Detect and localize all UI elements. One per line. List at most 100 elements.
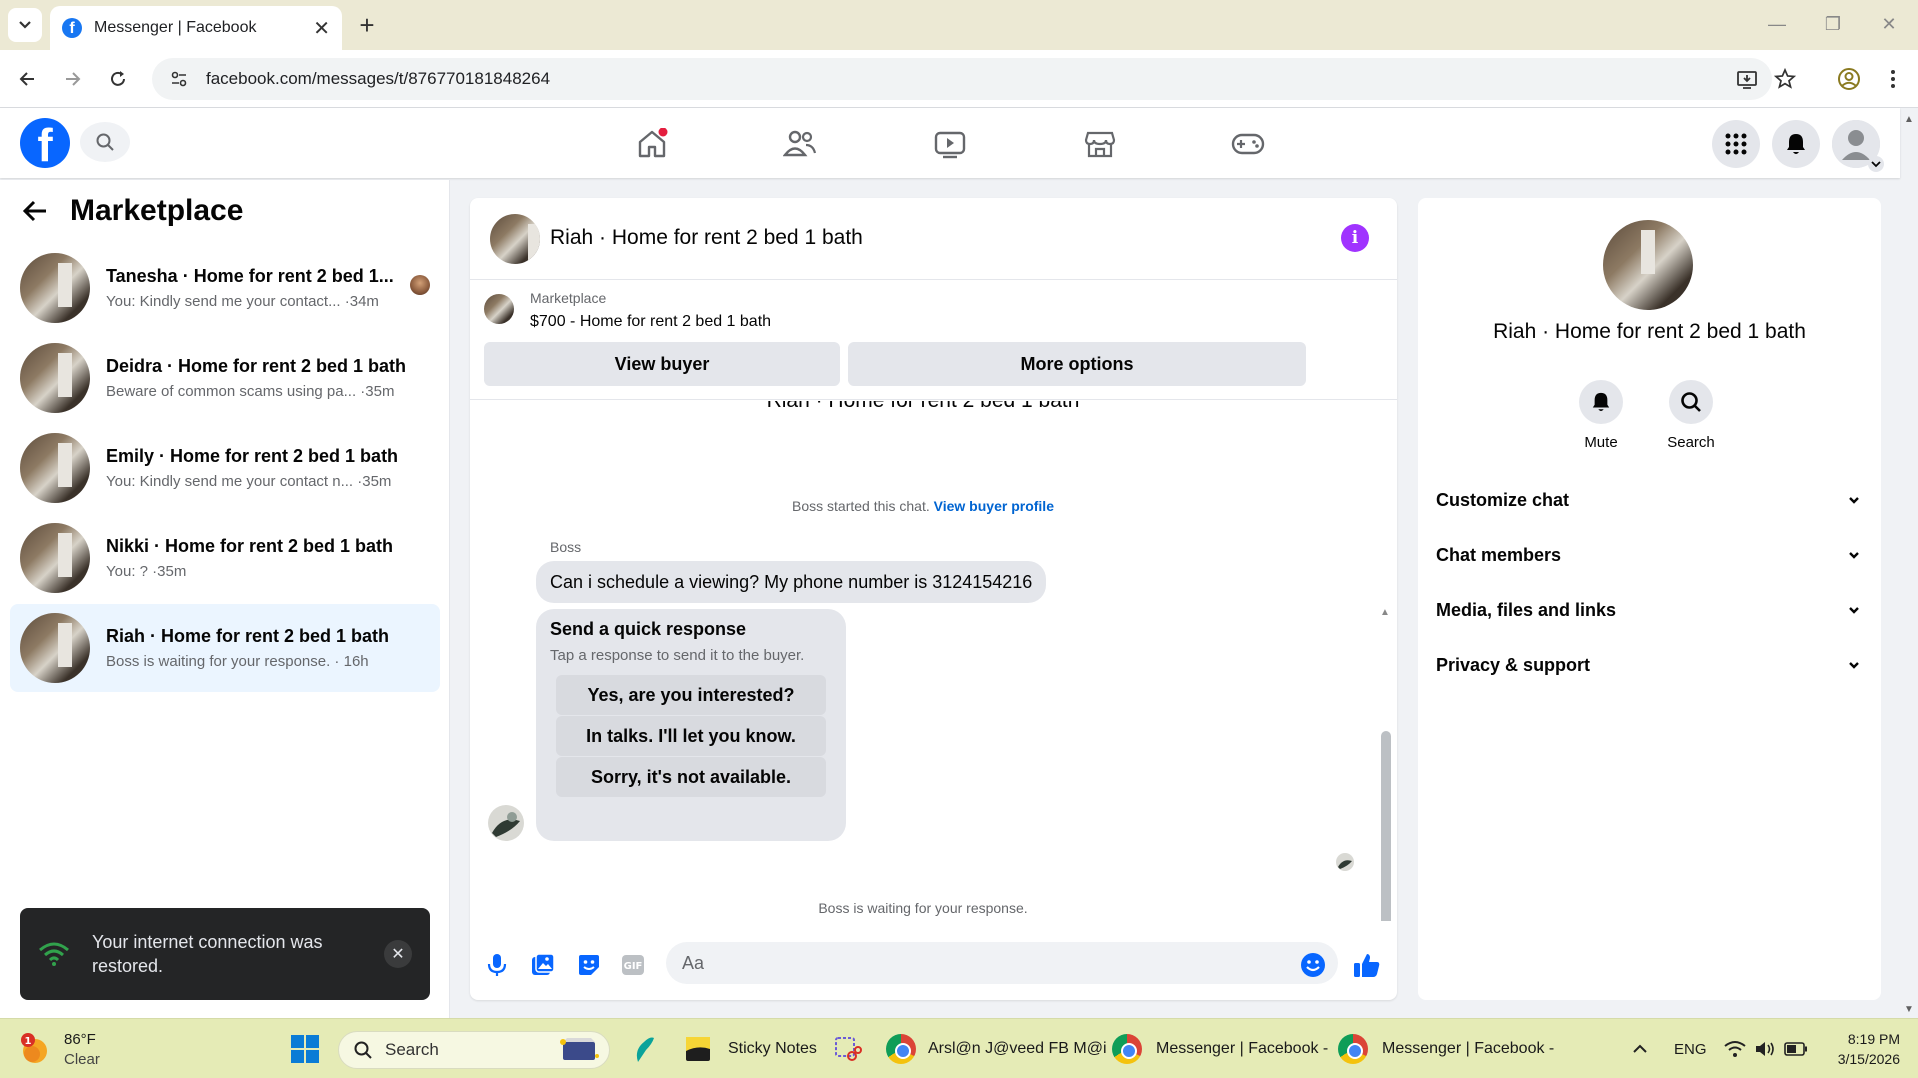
clock-date[interactable]: 3/15/2026: [1820, 1051, 1900, 1067]
customize-chat-section[interactable]: Customize chat: [1436, 478, 1861, 522]
conversation-item-active[interactable]: Riah · Home for rent 2 bed 1 bath Boss i…: [10, 604, 440, 692]
quick-response-option[interactable]: In talks. I'll let you know.: [556, 716, 826, 756]
emoji-button[interactable]: [1296, 948, 1330, 982]
tab-search-button[interactable]: [8, 8, 42, 42]
scroll-up-arrow[interactable]: ▲: [1380, 607, 1390, 618]
taskbar-chrome-window-3[interactable]: Messenger | Facebook -: [1338, 1019, 1554, 1078]
menu-button[interactable]: [1712, 120, 1760, 168]
browser-menu-button[interactable]: [1878, 64, 1908, 94]
windows-taskbar: 1 86°F Clear Search Sticky Notes Arsl@n …: [0, 1018, 1918, 1078]
tab-close-icon[interactable]: ✕: [313, 16, 330, 41]
chat-scrollbar-thumb[interactable]: [1381, 731, 1391, 921]
reload-button[interactable]: [103, 64, 133, 94]
chat-avatar[interactable]: [490, 214, 540, 264]
browser-tab-active[interactable]: f Messenger | Facebook ✕: [50, 6, 342, 50]
battery-status[interactable]: [1784, 1019, 1808, 1078]
window-close-button[interactable]: ✕: [1874, 12, 1904, 36]
reload-icon: [111, 71, 125, 86]
quick-response-option[interactable]: Yes, are you interested?: [556, 675, 826, 715]
taskbar-app-sketch[interactable]: [630, 1019, 660, 1078]
start-button[interactable]: [290, 1019, 320, 1078]
back-button[interactable]: [12, 64, 42, 94]
chat-title[interactable]: Riah · Home for rent 2 bed 1 bath: [550, 226, 863, 250]
mute-action[interactable]: Mute: [1561, 380, 1641, 451]
language-indicator[interactable]: ENG: [1674, 1019, 1707, 1078]
quick-response-option[interactable]: Sorry, it's not available.: [556, 757, 826, 797]
listing-thumbnail: [20, 343, 90, 413]
snipping-tool-icon: [835, 1037, 862, 1061]
facebook-search-button[interactable]: [80, 122, 130, 162]
chat-intro-title: Riah · Home for rent 2 bed 1 bath: [470, 401, 1376, 413]
taskbar-chrome-window-2[interactable]: Messenger | Facebook -: [1112, 1019, 1328, 1078]
back-arrow-icon[interactable]: [22, 199, 48, 223]
chevron-down-icon: [1849, 497, 1859, 504]
facebook-logo[interactable]: f: [20, 118, 70, 168]
show-hidden-icons-button[interactable]: [1632, 1019, 1648, 1078]
media-files-links-section[interactable]: Media, files and links: [1436, 588, 1861, 632]
gif-button[interactable]: GIF: [616, 948, 650, 982]
view-buyer-profile-link[interactable]: View buyer profile: [934, 498, 1054, 514]
network-status[interactable]: [1724, 1019, 1746, 1078]
view-buyer-button[interactable]: View buyer: [484, 342, 840, 386]
attach-media-button[interactable]: [526, 948, 560, 982]
sticker-button[interactable]: [572, 948, 606, 982]
page-scroll-up-arrow[interactable]: ▲: [1904, 114, 1914, 125]
chat-members-section[interactable]: Chat members: [1436, 533, 1861, 577]
windows-logo-icon: [291, 1035, 319, 1063]
weather-widget[interactable]: 1: [18, 1019, 52, 1078]
read-receipt-avatar: [1336, 853, 1354, 871]
account-avatar[interactable]: [1832, 120, 1884, 172]
notifications-button[interactable]: [1772, 120, 1820, 168]
voice-clip-button[interactable]: [480, 948, 514, 982]
search-action[interactable]: Search: [1651, 380, 1731, 451]
more-options-button[interactable]: More options: [848, 342, 1306, 386]
weather-badge: 1: [25, 1036, 32, 1047]
taskbar-search[interactable]: Search: [338, 1031, 610, 1069]
message-list[interactable]: Riah · Home for rent 2 bed 1 bath Boss s…: [470, 401, 1397, 921]
section-label: Privacy & support: [1436, 654, 1591, 675]
bookmark-button[interactable]: [1770, 64, 1800, 94]
profile-avatar[interactable]: [1603, 220, 1693, 310]
page-scroll-down-arrow[interactable]: ▼: [1904, 1004, 1914, 1015]
nav-video[interactable]: [920, 120, 980, 168]
install-app-button[interactable]: [1732, 64, 1762, 94]
restore-button[interactable]: ❐: [1818, 12, 1848, 36]
gif-label: GIF: [624, 961, 643, 972]
listing-label: Marketplace: [530, 290, 607, 306]
profile-button[interactable]: [1834, 64, 1864, 94]
nav-marketplace[interactable]: [1070, 120, 1130, 168]
minimize-button[interactable]: —: [1762, 12, 1792, 36]
toast-close-button[interactable]: ✕: [384, 940, 412, 968]
info-button[interactable]: i: [1341, 224, 1369, 252]
taskbar-app-label: Messenger | Facebook -: [1382, 1040, 1555, 1057]
weather-temperature: 86°F: [64, 1031, 96, 1048]
clock-time[interactable]: 8:19 PM: [1820, 1031, 1900, 1047]
message-bubble[interactable]: Can i schedule a viewing? My phone numbe…: [536, 561, 1047, 603]
forward-button[interactable]: [58, 64, 88, 94]
taskbar-app-snipping[interactable]: [832, 1019, 862, 1078]
taskbar-app-label: Sticky Notes: [728, 1040, 817, 1057]
nav-gaming[interactable]: [1218, 120, 1278, 168]
conversation-item[interactable]: Nikki · Home for rent 2 bed 1 bath You: …: [10, 514, 440, 602]
conversation-preview: You: ? ·35m: [106, 563, 187, 580]
address-bar[interactable]: facebook.com/messages/t/876770181848264: [152, 58, 1772, 100]
listing-price-title[interactable]: $700 - Home for rent 2 bed 1 bath: [530, 313, 771, 331]
taskbar-app-sticky-notes[interactable]: Sticky Notes: [684, 1019, 817, 1078]
new-tab-button[interactable]: +: [352, 10, 382, 40]
privacy-support-section[interactable]: Privacy & support: [1436, 643, 1861, 687]
message-input[interactable]: [666, 942, 1338, 984]
nav-home[interactable]: [622, 120, 682, 168]
chevron-down-icon: [1849, 552, 1859, 559]
conversation-item[interactable]: Tanesha · Home for rent 2 bed 1... You: …: [10, 244, 440, 332]
chevron-down-icon: [1849, 607, 1859, 614]
nav-friends[interactable]: [770, 120, 830, 168]
conversation-item[interactable]: Deidra · Home for rent 2 bed 1 bath Bewa…: [10, 334, 440, 422]
sender-avatar[interactable]: [488, 805, 524, 841]
volume-status[interactable]: [1754, 1019, 1776, 1078]
listing-thumbnail[interactable]: [484, 294, 514, 324]
arrow-left-icon: [19, 72, 34, 86]
sticky-notes-icon: [686, 1037, 710, 1061]
like-button[interactable]: [1350, 948, 1384, 982]
taskbar-chrome-window-1[interactable]: Arsl@n J@veed FB M@i: [886, 1019, 1107, 1078]
conversation-item[interactable]: Emily · Home for rent 2 bed 1 bath You: …: [10, 424, 440, 512]
